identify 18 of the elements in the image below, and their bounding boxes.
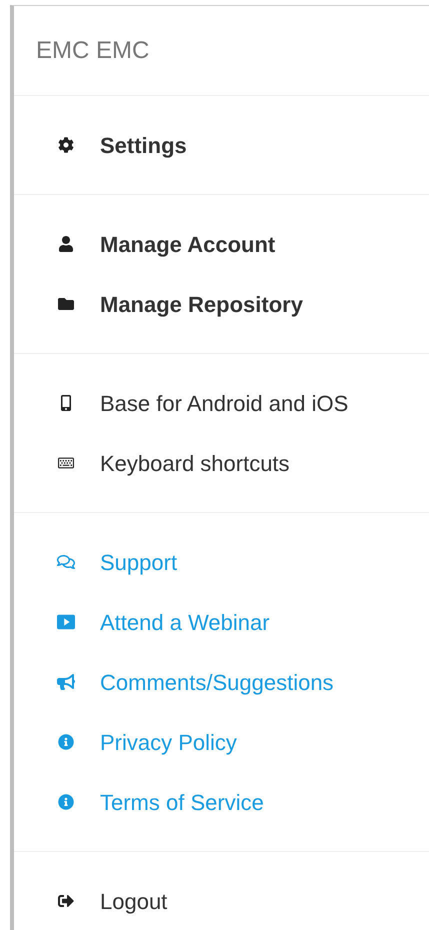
menu-item[interactable]: Settings (14, 115, 429, 175)
logout-icon (58, 893, 74, 909)
keyboard-icon (58, 455, 74, 471)
mobile-phone-icon (58, 395, 74, 411)
gear-icon (58, 137, 74, 153)
user-icon (58, 236, 74, 252)
megaphone-icon (57, 674, 75, 690)
chat-bubbles-icon (57, 554, 75, 570)
info-icon (57, 794, 75, 810)
play-icon (57, 614, 75, 630)
menu-item[interactable]: Manage Account (14, 214, 429, 274)
menu-item[interactable]: Logout (14, 871, 429, 930)
menu-item[interactable]: Base for Android and iOS (14, 373, 429, 433)
user-name: EMC EMC (36, 36, 150, 66)
menu-item[interactable]: Manage Repository (14, 274, 429, 334)
info-icon (57, 734, 75, 750)
menu-item[interactable]: Keyboard shortcuts (14, 433, 429, 493)
folder-icon (58, 296, 74, 312)
